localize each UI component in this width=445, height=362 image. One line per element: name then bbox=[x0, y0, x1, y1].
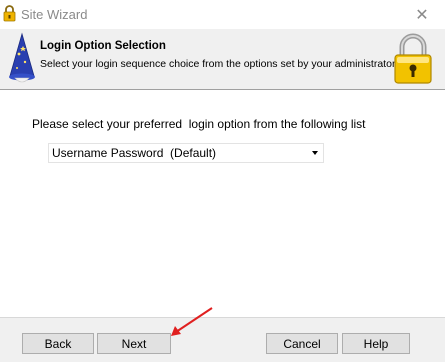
wizard-header: Login Option Selection Select your login… bbox=[0, 29, 445, 90]
padlock-icon bbox=[389, 32, 437, 86]
cancel-button[interactable]: Cancel bbox=[266, 333, 338, 354]
button-bar: Back Next Cancel Help bbox=[0, 317, 445, 362]
red-arrow-annotation bbox=[168, 306, 216, 338]
help-button[interactable]: Help bbox=[342, 333, 410, 354]
padlock-icon bbox=[3, 5, 16, 22]
instruction-text: Please select your preferred login optio… bbox=[32, 117, 366, 131]
header-title: Login Option Selection bbox=[40, 40, 166, 52]
login-option-select[interactable]: Username Password (Default) bbox=[48, 143, 324, 163]
site-wizard-window: Site Wizard ✕ Login Option Selection Sel… bbox=[0, 0, 445, 362]
next-button[interactable]: Next bbox=[97, 333, 171, 354]
window-title: Site Wizard bbox=[21, 7, 88, 22]
title-bar: Site Wizard ✕ bbox=[0, 0, 445, 29]
back-button[interactable]: Back bbox=[22, 333, 94, 354]
close-button[interactable]: ✕ bbox=[399, 0, 445, 29]
dropdown-arrow-icon[interactable] bbox=[312, 151, 318, 155]
content-panel: Please select your preferred login optio… bbox=[0, 90, 445, 317]
login-option-value: Username Password (Default) bbox=[52, 146, 217, 160]
header-subtitle: Select your login sequence choice from t… bbox=[40, 58, 396, 70]
wizard-icon bbox=[6, 32, 38, 84]
